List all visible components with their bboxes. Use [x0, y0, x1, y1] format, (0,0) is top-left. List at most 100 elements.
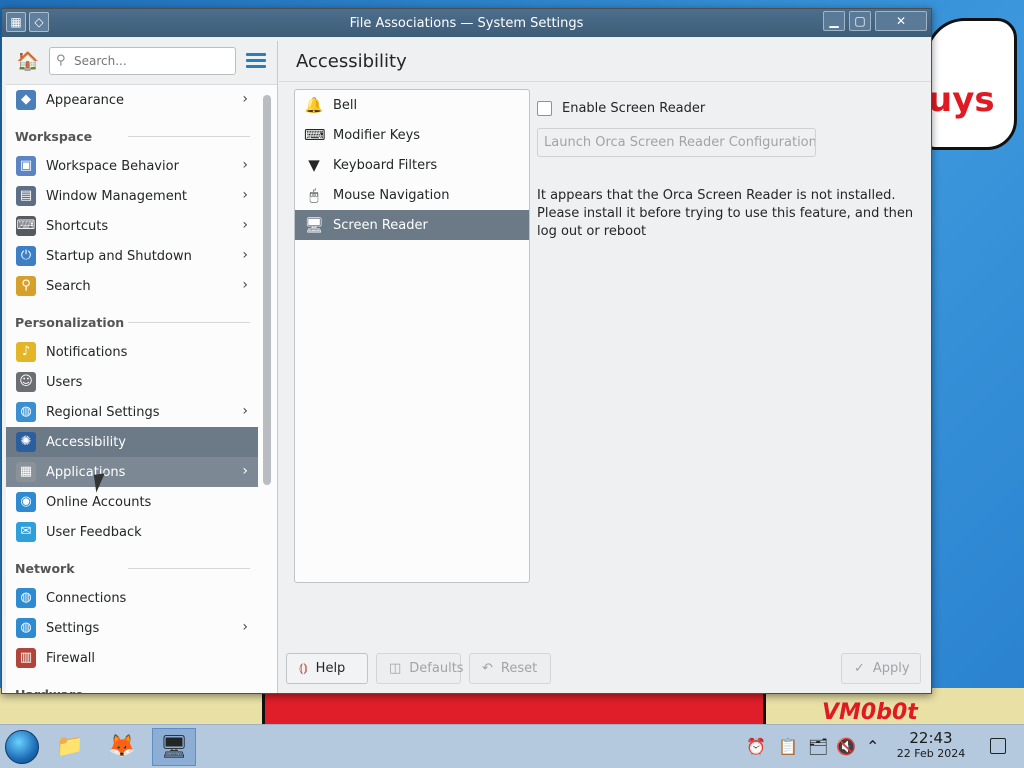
- sidebar-item-startup-and-shutdown[interactable]: ⏻ Startup and Shutdown ›: [6, 241, 258, 271]
- sidebar-section-personalization: Personalization: [6, 301, 258, 337]
- category-item-keyboard-filters[interactable]: ▼ Keyboard Filters: [295, 150, 529, 180]
- sidebar-item-applications[interactable]: ▦ Applications ›: [6, 457, 258, 487]
- main-panel: Accessibility 🔔 Bell ⌨ Modifier Keys ▼ Keyboa…: [279, 41, 931, 693]
- sidebar-item-search[interactable]: ⚲ Search ›: [6, 271, 258, 301]
- user-feedback-icon: ✉: [16, 522, 36, 542]
- sidebar-item-settings[interactable]: ◍ Settings ›: [6, 613, 258, 643]
- file-manager-icon[interactable]: 📁: [48, 728, 92, 766]
- sidebar-item-user-feedback[interactable]: ✉ User Feedback: [6, 517, 258, 547]
- device-notifier-icon[interactable]: 🗂: [808, 737, 828, 756]
- apply-button[interactable]: ✓ Apply: [841, 653, 921, 684]
- sidebar-item-regional-settings[interactable]: ◍ Regional Settings ›: [6, 397, 258, 427]
- sidebar-item-label: Firewall: [46, 650, 96, 666]
- sidebar-item-label: Startup and Shutdown: [46, 248, 192, 264]
- reset-icon: ↶: [482, 661, 493, 676]
- sidebar-item-label: Applications: [46, 464, 126, 480]
- applications-icon: ▦: [16, 462, 36, 482]
- sidebar-item-firewall[interactable]: ▥ Firewall: [6, 643, 258, 673]
- sidebar-item-connections[interactable]: ◍ Connections: [6, 583, 258, 613]
- category-item-modifier-keys[interactable]: ⌨ Modifier Keys: [295, 120, 529, 150]
- start-menu-button[interactable]: [5, 730, 39, 764]
- keyboard-icon: ⌨: [16, 216, 36, 236]
- clipboard-tray-icon[interactable]: 📋: [778, 737, 798, 756]
- sidebar-item-label: Shortcuts: [46, 218, 109, 234]
- screen-reader-icon: 🖥: [304, 216, 324, 234]
- sidebar-section-network: Network: [6, 547, 258, 583]
- accessibility-category-list: 🔔 Bell ⌨ Modifier Keys ▼ Keyboard Filters 🖱 Mou…: [294, 89, 530, 583]
- sidebar-item-notifications[interactable]: ♪ Notifications: [6, 337, 258, 367]
- section-divider: [128, 322, 250, 323]
- page-title: Accessibility: [296, 51, 407, 72]
- users-icon: ☺: [16, 372, 36, 392]
- category-label: Modifier Keys: [333, 127, 421, 143]
- search-box[interactable]: ⚲: [49, 47, 236, 75]
- sidebar-item-label: User Feedback: [46, 524, 142, 540]
- sidebar-item-label: Connections: [46, 590, 127, 606]
- hamburger-menu-icon[interactable]: [246, 53, 266, 69]
- reset-button-label: Reset: [500, 661, 538, 676]
- enable-screen-reader-checkbox[interactable]: [537, 101, 552, 116]
- category-item-screen-reader[interactable]: 🖥 Screen Reader: [295, 210, 529, 240]
- network-settings-icon: ◍: [16, 618, 36, 638]
- window-management-icon: ▤: [16, 186, 36, 206]
- wallpaper-watermark: VM0b0t: [822, 700, 918, 724]
- help-button[interactable]: ⦅⦆ Help: [286, 653, 368, 684]
- volume-muted-icon[interactable]: 🔇: [836, 737, 856, 756]
- modifier-keys-icon: ⌨: [304, 126, 326, 144]
- search-icon: ⚲: [56, 53, 66, 68]
- notifications-tray-icon[interactable]: ⏰: [746, 737, 766, 756]
- sidebar-item-label: Online Accounts: [46, 494, 152, 510]
- sidebar-item-window-management[interactable]: ▤ Window Management ›: [6, 181, 258, 211]
- clock-time: 22:43: [909, 729, 953, 747]
- sidebar-item-appearance[interactable]: ◆ Appearance ›: [6, 85, 258, 115]
- window-title: File Associations — System Settings: [349, 16, 584, 31]
- sidebar-section-hardware: Hardware: [6, 673, 258, 693]
- tray-expand-icon[interactable]: ⌃: [866, 737, 879, 756]
- appearance-icon: ◆: [16, 90, 36, 110]
- maximize-button[interactable]: ▢: [849, 11, 871, 31]
- sidebar-item-label: Appearance: [46, 92, 125, 108]
- firewall-icon: ▥: [16, 648, 36, 668]
- taskbar: 📁 🦊 🖥 ⏰ 📋 🗂 🔇 ⌃ 22:43 22 Feb 2024: [0, 724, 1024, 768]
- chevron-right-icon: ›: [242, 187, 248, 203]
- category-item-mouse-navigation[interactable]: 🖱 Mouse Navigation: [295, 180, 529, 210]
- minimize-button[interactable]: ▁: [823, 11, 845, 31]
- defaults-button-label: Defaults: [409, 661, 464, 676]
- system-settings-task-icon[interactable]: 🖥: [152, 728, 196, 766]
- category-label: Bell: [333, 97, 358, 113]
- button-bar: ⦅⦆ Help ◫ Defaults ↶ Reset ✓ Apply: [279, 653, 931, 685]
- enable-screen-reader-label[interactable]: Enable Screen Reader: [562, 101, 705, 116]
- category-item-bell[interactable]: 🔔 Bell: [295, 90, 529, 120]
- show-desktop-icon[interactable]: [990, 738, 1006, 754]
- sidebar-item-label: Search: [46, 278, 91, 294]
- sidebar-item-accessibility[interactable]: ✺ Accessibility: [6, 427, 258, 457]
- enable-screen-reader-row[interactable]: Enable Screen Reader: [537, 101, 705, 116]
- chevron-right-icon: ›: [242, 91, 248, 107]
- help-button-label: Help: [315, 661, 346, 676]
- sidebar-item-label: Users: [46, 374, 83, 390]
- online-accounts-icon: ◉: [16, 492, 36, 512]
- orca-not-installed-message: It appears that the Orca Screen Reader i…: [537, 188, 914, 239]
- firefox-icon[interactable]: 🦊: [100, 728, 144, 766]
- apply-button-label: Apply: [872, 661, 910, 676]
- sidebar-item-shortcuts[interactable]: ⌨ Shortcuts ›: [6, 211, 258, 241]
- startup-icon: ⏻: [16, 246, 36, 266]
- chevron-right-icon: ›: [242, 619, 248, 635]
- chevron-right-icon: ›: [242, 277, 248, 293]
- defaults-icon: ◫: [389, 661, 402, 676]
- connections-icon: ◍: [16, 588, 36, 608]
- search-input[interactable]: [74, 52, 232, 70]
- sidebar-item-online-accounts[interactable]: ◉ Online Accounts: [6, 487, 258, 517]
- reset-button[interactable]: ↶ Reset: [469, 653, 551, 684]
- sidebar-list: ◆ Appearance › Workspace ▣ Workspace Behavior…: [6, 85, 258, 693]
- sidebar-scrollbar[interactable]: [263, 95, 271, 485]
- defaults-button[interactable]: ◫ Defaults: [376, 653, 464, 684]
- section-divider: [128, 136, 250, 137]
- clock[interactable]: 22:43 22 Feb 2024: [890, 729, 972, 760]
- home-icon[interactable]: 🏠: [16, 51, 40, 73]
- close-button[interactable]: ✕: [875, 11, 927, 31]
- sidebar-item-workspace-behavior[interactable]: ▣ Workspace Behavior ›: [6, 151, 258, 181]
- sidebar-item-users[interactable]: ☺ Users: [6, 367, 258, 397]
- title-bar[interactable]: ▦ ◇ File Associations — System Settings …: [2, 9, 931, 37]
- mouse-icon: 🖱: [309, 186, 319, 204]
